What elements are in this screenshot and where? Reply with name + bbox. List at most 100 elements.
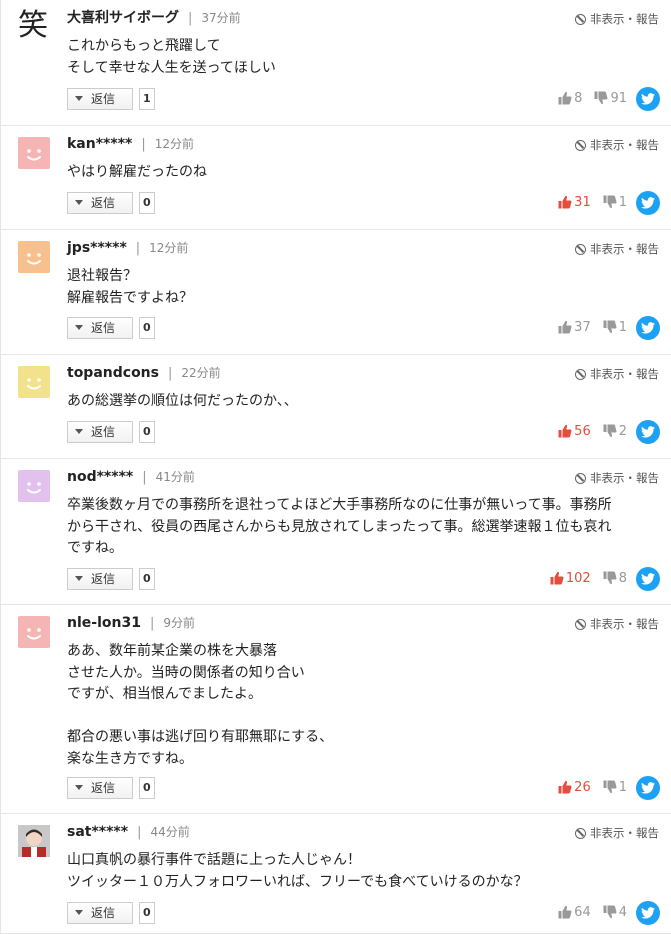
caret-down-icon — [75, 576, 83, 581]
timestamp: 12分前 — [154, 137, 195, 151]
username[interactable]: jps***** — [67, 240, 127, 256]
avatar[interactable] — [18, 241, 50, 273]
reply-count[interactable]: 0 — [139, 192, 155, 214]
like-button[interactable]: 102 — [550, 568, 591, 590]
dislike-button[interactable]: 8 — [603, 568, 627, 590]
reply-button[interactable]: 返信 — [67, 777, 133, 799]
hide-report-label: 非表示・報告 — [590, 826, 659, 840]
block-icon — [575, 828, 586, 839]
hide-report-button[interactable]: 非表示・報告 — [575, 469, 659, 487]
thumbs-up-icon — [558, 320, 572, 334]
reply-count[interactable]: 1 — [139, 88, 155, 110]
username[interactable]: kan***** — [67, 136, 132, 152]
twitter-share-button[interactable] — [636, 776, 660, 800]
thumbs-up-icon — [558, 780, 572, 794]
header-separator: | — [141, 137, 146, 152]
dislike-button[interactable]: 4 — [603, 902, 627, 924]
vote-controls: 31 1 — [558, 192, 627, 214]
dislike-count: 2 — [618, 424, 627, 439]
avatar[interactable] — [18, 366, 50, 398]
comment: topandcons | 22分前 非表示・報告 あの総選挙の順位は何だったのか、、… — [1, 355, 671, 459]
dislike-button[interactable]: 2 — [603, 421, 627, 443]
reply-button[interactable]: 返信 — [67, 902, 133, 924]
like-button[interactable]: 8 — [558, 88, 582, 110]
reply-label: 返信 — [91, 906, 116, 920]
thumbs-down-icon — [594, 91, 608, 105]
twitter-share-button[interactable] — [636, 87, 660, 111]
block-icon — [575, 14, 586, 25]
comment-body: あの総選挙の順位は何だったのか、、 — [67, 391, 298, 413]
reply-count[interactable]: 0 — [139, 777, 155, 799]
like-button[interactable]: 26 — [558, 777, 591, 799]
comment-body: これからもっと飛躍して そして幸せな人生を送ってほしい — [67, 36, 276, 79]
hide-report-button[interactable]: 非表示・報告 — [575, 824, 659, 842]
timestamp: 9分前 — [163, 616, 195, 630]
reply-label: 返信 — [91, 425, 116, 439]
twitter-share-button[interactable] — [636, 191, 660, 215]
hide-report-button[interactable]: 非表示・報告 — [575, 615, 659, 633]
reply-label: 返信 — [91, 781, 116, 795]
reply-count[interactable]: 0 — [139, 568, 155, 590]
hide-report-button[interactable]: 非表示・報告 — [575, 136, 659, 154]
comment-text-line: ああ、数年前某企業の株を大暴落 — [67, 643, 277, 659]
comment-text-line: 都合の悪い事は逃げ回り有耶無耶にする、 — [67, 729, 334, 745]
reply-button[interactable]: 返信 — [67, 421, 133, 443]
username[interactable]: 大喜利サイボーグ — [67, 10, 179, 26]
vote-controls: 26 1 — [558, 777, 627, 799]
avatar[interactable] — [18, 470, 50, 502]
avatar[interactable] — [18, 825, 50, 857]
thumbs-up-icon — [558, 424, 572, 438]
dislike-count: 1 — [618, 320, 627, 335]
comment-text-line: これからもっと飛躍して — [67, 38, 221, 54]
caret-down-icon — [75, 910, 83, 915]
vote-controls: 56 2 — [558, 421, 627, 443]
like-count: 26 — [574, 780, 591, 795]
hide-report-button[interactable]: 非表示・報告 — [575, 240, 659, 258]
avatar[interactable]: 笑 — [18, 8, 54, 44]
twitter-share-button[interactable] — [636, 316, 660, 340]
like-button[interactable]: 31 — [558, 192, 591, 214]
reply-controls: 返信 0 — [67, 317, 155, 341]
dislike-count: 8 — [618, 571, 627, 586]
hide-report-button[interactable]: 非表示・報告 — [575, 365, 659, 383]
like-button[interactable]: 37 — [558, 317, 591, 339]
block-icon — [575, 473, 586, 484]
username[interactable]: nle-lon31 — [67, 615, 141, 631]
caret-down-icon — [75, 429, 83, 434]
hide-report-label: 非表示・報告 — [590, 617, 659, 631]
avatar[interactable] — [18, 616, 50, 648]
thumbs-down-icon — [603, 195, 617, 209]
dislike-button[interactable]: 1 — [603, 317, 627, 339]
like-button[interactable]: 56 — [558, 421, 591, 443]
dislike-button[interactable]: 91 — [594, 88, 627, 110]
caret-down-icon — [75, 96, 83, 101]
reply-button[interactable]: 返信 — [67, 192, 133, 214]
twitter-bird-icon — [641, 782, 655, 794]
reply-button[interactable]: 返信 — [67, 88, 133, 110]
reply-button[interactable]: 返信 — [67, 568, 133, 590]
reply-label: 返信 — [91, 321, 116, 335]
reply-button[interactable]: 返信 — [67, 317, 133, 339]
twitter-share-button[interactable] — [636, 901, 660, 925]
reply-count[interactable]: 0 — [139, 902, 155, 924]
dislike-button[interactable]: 1 — [603, 777, 627, 799]
comment-body: 山口真帆の暴行事件で話題に上った人じゃん！ ツイッター１０万人フォロワーいれば、フ… — [67, 850, 528, 893]
dislike-button[interactable]: 1 — [603, 192, 627, 214]
username[interactable]: sat***** — [67, 824, 128, 840]
reply-count[interactable]: 0 — [139, 317, 155, 339]
thumbs-down-icon — [603, 320, 617, 334]
twitter-share-button[interactable] — [636, 567, 660, 591]
username[interactable]: topandcons — [67, 365, 159, 381]
twitter-share-button[interactable] — [636, 420, 660, 444]
comment-header: kan***** | 12分前 — [67, 135, 194, 154]
twitter-bird-icon — [641, 93, 655, 105]
avatar[interactable] — [18, 137, 50, 169]
thumbs-up-icon — [558, 91, 572, 105]
like-button[interactable]: 64 — [558, 902, 591, 924]
username[interactable]: nod***** — [67, 469, 133, 485]
comment-text-line: ですね。 — [67, 540, 123, 556]
comment-body: 退社報告？ 解雇報告ですよね？ — [67, 266, 193, 309]
hide-report-button[interactable]: 非表示・報告 — [575, 10, 659, 28]
header-separator: | — [142, 470, 147, 485]
reply-count[interactable]: 0 — [139, 421, 155, 443]
